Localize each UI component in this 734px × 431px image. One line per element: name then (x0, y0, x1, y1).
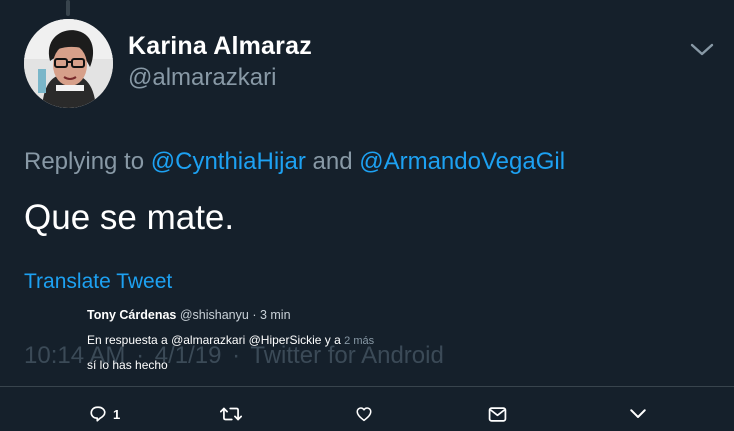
retweet-icon (220, 407, 242, 421)
mention-link[interactable]: @CynthiaHijar (151, 148, 306, 175)
replying-and: and (312, 148, 353, 175)
retweet-button[interactable] (220, 401, 242, 427)
reply-button[interactable]: 1 (89, 401, 120, 427)
replying-prefix: Replying to (24, 148, 145, 175)
direct-message-button[interactable] (488, 401, 507, 427)
author-display-name[interactable]: Karina Almaraz (128, 32, 312, 61)
mention-link[interactable]: @ArmandoVegaGil (359, 148, 565, 175)
reply-count: 1 (113, 406, 121, 422)
overlay-author-handle[interactable]: @shishanyu (180, 308, 249, 322)
overlay-reply-mentions[interactable]: @almarazkari @HiperSickie y a (171, 333, 341, 347)
translate-tweet-link[interactable]: Translate Tweet (24, 270, 172, 294)
tweet-options-chevron-icon[interactable] (689, 40, 715, 58)
overlay-reply-more[interactable]: 2 más (344, 335, 374, 347)
actions-divider (0, 386, 734, 387)
thread-connector-line (66, 0, 70, 16)
overlay-author-name[interactable]: Tony Cárdenas (87, 308, 176, 322)
reply-icon (90, 406, 106, 422)
like-icon (356, 407, 372, 422)
overlay-header: Tony Cárdenas @shishanyu · 3 min (87, 308, 291, 322)
overlay-reply-prefix: En respuesta a (87, 333, 168, 347)
replying-to-line: Replying to @CynthiaHijar and @ArmandoVe… (24, 148, 565, 176)
overlay-reply-context: En respuesta a @almarazkari @HiperSickie… (87, 333, 374, 347)
share-menu-button[interactable] (629, 401, 647, 427)
overlay-text: sí lo has hecho (87, 358, 168, 372)
like-button[interactable] (355, 401, 373, 427)
avatar[interactable] (24, 19, 113, 108)
avatar-image (24, 19, 113, 108)
chevron-down-icon (630, 409, 646, 418)
message-icon (488, 406, 507, 422)
overlay-time: · 3 min (252, 308, 291, 322)
author-handle[interactable]: @almarazkari (128, 64, 276, 92)
tweet-text: Que se mate. (24, 198, 235, 237)
